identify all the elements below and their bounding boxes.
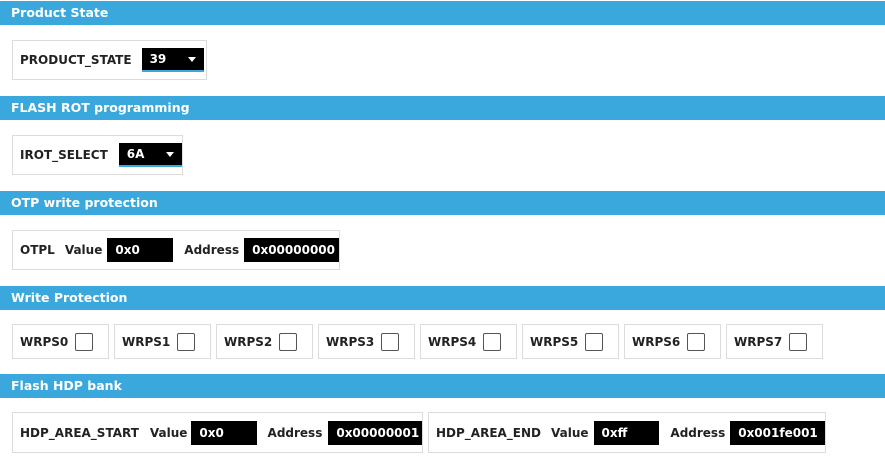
wrps-group: WRPS2 bbox=[216, 324, 313, 359]
wrps-label: WRPS6 bbox=[632, 334, 681, 349]
otpl-group: OTPL Value 0x0 Address 0x00000000 bbox=[12, 230, 340, 270]
irot-select-value: 6A bbox=[126, 147, 145, 161]
wrps-group: WRPS6 bbox=[624, 324, 721, 359]
hdp-area-end-address-field[interactable]: 0x001fe001 bbox=[730, 420, 825, 445]
otpl-value-field[interactable]: 0x0 bbox=[107, 238, 174, 262]
hdp-area-start-value-field[interactable]: 0x0 bbox=[191, 420, 257, 445]
wrps-group: WRPS7 bbox=[726, 324, 823, 359]
wrps-label: WRPS7 bbox=[734, 334, 783, 349]
section-header-flash-hdp: Flash HDP bank bbox=[0, 374, 885, 398]
chevron-down-icon bbox=[166, 151, 174, 157]
product-state-dropdown[interactable]: 39 bbox=[141, 48, 204, 72]
wrps-checkbox[interactable] bbox=[75, 332, 93, 351]
section-header-write-protection: Write Protection bbox=[0, 286, 885, 310]
wrps-label: WRPS2 bbox=[224, 334, 273, 349]
wrps-group: WRPS0 bbox=[12, 324, 109, 359]
wrps-checkbox[interactable] bbox=[381, 332, 399, 351]
hdp-area-end-value-label: Value bbox=[551, 425, 589, 440]
hdp-area-start-value-label: Value bbox=[149, 425, 188, 440]
wrps-checkbox[interactable] bbox=[483, 332, 501, 351]
wrps-checkbox[interactable] bbox=[687, 332, 705, 351]
wrps-checkbox[interactable] bbox=[279, 332, 297, 351]
hdp-area-start-group: HDP_AREA_START Value 0x0 Address 0x00000… bbox=[12, 412, 423, 453]
otpl-address-field[interactable]: 0x00000000 bbox=[244, 238, 339, 262]
hdp-area-start-address-field[interactable]: 0x00000001 bbox=[328, 420, 422, 445]
wrps-label: WRPS3 bbox=[326, 334, 375, 349]
chevron-down-icon bbox=[187, 56, 196, 62]
section-header-otp: OTP write protection bbox=[0, 191, 885, 215]
wrps-label: WRPS1 bbox=[122, 334, 171, 349]
wrps-group: WRPS5 bbox=[522, 324, 619, 359]
wrps-label: WRPS4 bbox=[428, 334, 477, 349]
hdp-area-end-address-label: Address bbox=[670, 425, 726, 440]
wrps-label: WRPS0 bbox=[20, 334, 69, 349]
hdp-area-end-group: HDP_AREA_END Value 0xff Address 0x001fe0… bbox=[428, 412, 826, 453]
product-state-group: PRODUCT_STATE 39 bbox=[12, 40, 207, 80]
wrps-group: WRPS4 bbox=[420, 324, 517, 359]
product-state-value: 39 bbox=[149, 52, 167, 66]
section-header-flash-rot: FLASH ROT programming bbox=[0, 96, 885, 120]
hdp-area-start-address-label: Address bbox=[267, 425, 323, 440]
otpl-label: OTPL bbox=[20, 243, 55, 257]
hdp-area-end-label: HDP_AREA_END bbox=[436, 425, 542, 440]
irot-select-group: IROT_SELECT 6A bbox=[12, 135, 183, 175]
product-state-label: PRODUCT_STATE bbox=[20, 53, 132, 67]
hdp-area-start-label: HDP_AREA_START bbox=[20, 425, 139, 440]
irot-select-label: IROT_SELECT bbox=[20, 148, 108, 162]
wrps-group: WRPS3 bbox=[318, 324, 415, 359]
wrps-checkbox[interactable] bbox=[789, 332, 807, 351]
section-header-product-state: Product State bbox=[0, 1, 885, 25]
wrps-label: WRPS5 bbox=[530, 334, 579, 349]
otpl-address-label: Address bbox=[184, 243, 240, 257]
hdp-area-end-value-field[interactable]: 0xff bbox=[593, 420, 660, 445]
wrps-checkbox[interactable] bbox=[177, 332, 195, 351]
otpl-value-label: Value bbox=[64, 243, 103, 257]
irot-select-dropdown[interactable]: 6A bbox=[118, 143, 182, 167]
wrps-group: WRPS1 bbox=[114, 324, 211, 359]
wrps-checkbox[interactable] bbox=[585, 332, 603, 351]
